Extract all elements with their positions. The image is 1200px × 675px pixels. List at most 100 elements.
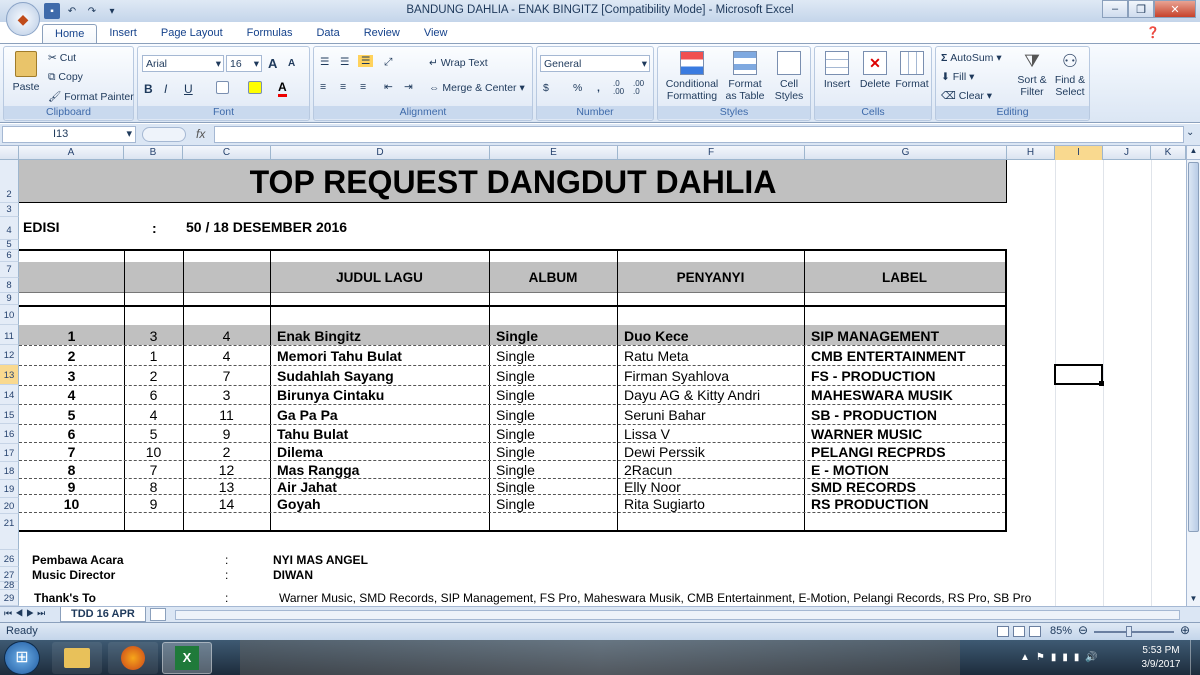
horizontal-scrollbar[interactable] xyxy=(175,610,1180,620)
increase-decimal-button[interactable]: .0 .00 xyxy=(613,80,631,96)
entry-artist[interactable]: Dewi Perssik xyxy=(624,444,804,460)
entry-label[interactable]: CMB ENTERTAINMENT xyxy=(811,347,1006,365)
row-header[interactable]: 3 xyxy=(0,203,19,217)
align-center-icon[interactable]: ≡ xyxy=(340,81,346,93)
row-header[interactable]: 19 xyxy=(0,480,19,498)
column-header-f[interactable]: F xyxy=(618,146,805,160)
entry-weeks[interactable]: 11 xyxy=(183,406,270,424)
entry-title[interactable]: Goyah xyxy=(277,496,487,512)
select-all-button[interactable] xyxy=(0,146,19,160)
tab-page-layout[interactable]: Page Layout xyxy=(149,24,235,44)
entry-artist[interactable]: Lissa V xyxy=(624,426,804,442)
entry-album[interactable]: Single xyxy=(496,347,616,365)
cell-styles-button[interactable]: Cell Styles xyxy=(768,51,810,102)
decrease-decimal-button[interactable]: .00 .0 xyxy=(633,80,651,96)
entry-weeks[interactable]: 13 xyxy=(183,480,270,494)
zoom-slider[interactable] xyxy=(1094,631,1174,633)
sheet-tab-active[interactable]: TDD 16 APR xyxy=(60,607,146,622)
entry-position[interactable]: 3 xyxy=(19,367,124,385)
tab-home[interactable]: Home xyxy=(42,24,98,44)
entry-position[interactable]: 9 xyxy=(19,480,124,494)
entry-label[interactable]: SB - PRODUCTION xyxy=(811,406,1006,424)
entry-last-week[interactable]: 8 xyxy=(124,480,183,494)
clock-date[interactable]: 3/9/2017 xyxy=(1136,659,1186,670)
entry-weeks[interactable]: 2 xyxy=(183,444,270,460)
insert-cells-button[interactable]: Insert xyxy=(819,51,855,90)
column-header-d[interactable]: D xyxy=(271,146,490,160)
formula-input[interactable] xyxy=(214,126,1184,143)
autosum-button[interactable]: Σ AutoSum ▾ xyxy=(941,52,1002,64)
entry-album[interactable]: Single xyxy=(496,444,616,460)
name-box[interactable]: I13 ▾ xyxy=(2,126,136,143)
entry-title[interactable]: Tahu Bulat xyxy=(277,426,487,442)
column-header-b[interactable]: B xyxy=(124,146,183,160)
entry-album[interactable]: Single xyxy=(496,496,616,512)
help-icon[interactable]: ❓ xyxy=(1146,26,1160,39)
row-header[interactable]: 20 xyxy=(0,498,19,514)
entry-title[interactable]: Mas Rangga xyxy=(277,462,487,478)
entry-title[interactable]: Birunya Cintaku xyxy=(277,387,487,404)
fill-handle[interactable] xyxy=(1099,381,1104,386)
font-size-select[interactable]: 16 ▾ xyxy=(226,55,262,72)
copy-button[interactable]: ⧉ Copy xyxy=(48,71,83,84)
column-header-h[interactable]: H xyxy=(1007,146,1055,160)
percent-button[interactable]: % xyxy=(573,82,582,94)
entry-label[interactable]: RS PRODUCTION xyxy=(811,496,1006,512)
wrap-text-button[interactable]: ↵ Wrap Text xyxy=(429,57,488,69)
formula-bar-expander[interactable] xyxy=(142,127,186,142)
entry-position[interactable]: 8 xyxy=(19,462,124,478)
vertical-scrollbar[interactable]: ▲ ▼ xyxy=(1186,146,1200,608)
row-header[interactable]: 17 xyxy=(0,444,19,462)
entry-artist[interactable]: Duo Kece xyxy=(624,327,804,345)
format-as-table-button[interactable]: Format as Table xyxy=(724,51,766,102)
selected-cell[interactable] xyxy=(1054,364,1103,385)
column-header-i[interactable]: I xyxy=(1055,146,1103,160)
page-break-view-icon[interactable] xyxy=(1029,626,1041,637)
currency-button[interactable]: $ xyxy=(543,82,549,94)
entry-position[interactable]: 1 xyxy=(19,327,124,345)
office-button[interactable]: ◆ xyxy=(6,2,40,36)
row-header[interactable]: 12 xyxy=(0,345,19,365)
entry-weeks[interactable]: 3 xyxy=(183,387,270,404)
row-header[interactable]: 6 xyxy=(0,250,19,262)
row-header[interactable]: 11 xyxy=(0,325,19,345)
insert-sheet-icon[interactable] xyxy=(150,608,166,621)
align-right-icon[interactable]: ≡ xyxy=(360,81,366,93)
cut-button[interactable]: ✂ Cut xyxy=(48,52,76,64)
column-header-k[interactable]: K xyxy=(1151,146,1186,160)
insert-function-button[interactable]: fx xyxy=(196,127,205,141)
font-name-select[interactable]: Arial ▾ xyxy=(142,55,224,72)
row-header[interactable]: 21 xyxy=(0,514,19,550)
row-header[interactable]: 29 xyxy=(0,590,19,606)
sheet-nav-icons[interactable]: ⏮◀▶⏭ xyxy=(4,608,48,619)
decrease-indent-icon[interactable]: ⇤ xyxy=(384,81,393,93)
row-header[interactable]: 14 xyxy=(0,385,19,405)
entry-position[interactable]: 6 xyxy=(19,426,124,442)
formula-expand-icon[interactable]: ⌄ xyxy=(1186,127,1198,138)
entry-last-week[interactable]: 7 xyxy=(124,462,183,478)
entry-last-week[interactable]: 3 xyxy=(124,327,183,345)
entry-position[interactable]: 10 xyxy=(19,496,124,512)
align-middle-icon[interactable]: ☰ xyxy=(340,56,349,68)
merge-center-button[interactable]: ⇔ Merge & Center ▾ xyxy=(429,82,525,94)
entry-label[interactable]: MAHESWARA MUSIK xyxy=(811,387,1006,404)
scroll-thumb[interactable] xyxy=(1188,162,1199,532)
increase-indent-icon[interactable]: ⇥ xyxy=(404,81,413,93)
row-header[interactable]: 26 xyxy=(0,550,19,567)
find-select-button[interactable]: ⚇ Find & Select xyxy=(1052,51,1088,98)
start-button[interactable]: ⊞ xyxy=(4,641,40,675)
row-header[interactable]: 10 xyxy=(0,305,19,325)
entry-weeks[interactable]: 12 xyxy=(183,462,270,478)
entry-label[interactable]: PELANGI RECPRDS xyxy=(811,444,1006,460)
row-header[interactable]: 2 xyxy=(0,160,19,203)
entry-artist[interactable]: Seruni Bahar xyxy=(624,406,804,424)
entry-last-week[interactable]: 5 xyxy=(124,426,183,442)
orientation-icon[interactable]: ⤢ xyxy=(384,56,392,69)
entry-album[interactable]: Single xyxy=(496,367,616,385)
column-header-e[interactable]: E xyxy=(490,146,618,160)
column-header-j[interactable]: J xyxy=(1103,146,1151,160)
row-header[interactable]: 15 xyxy=(0,405,19,424)
close-button[interactable]: ✕ xyxy=(1154,0,1196,18)
entry-title[interactable]: Enak Bingitz xyxy=(277,327,487,345)
entry-label[interactable]: WARNER MUSIC xyxy=(811,426,1006,442)
